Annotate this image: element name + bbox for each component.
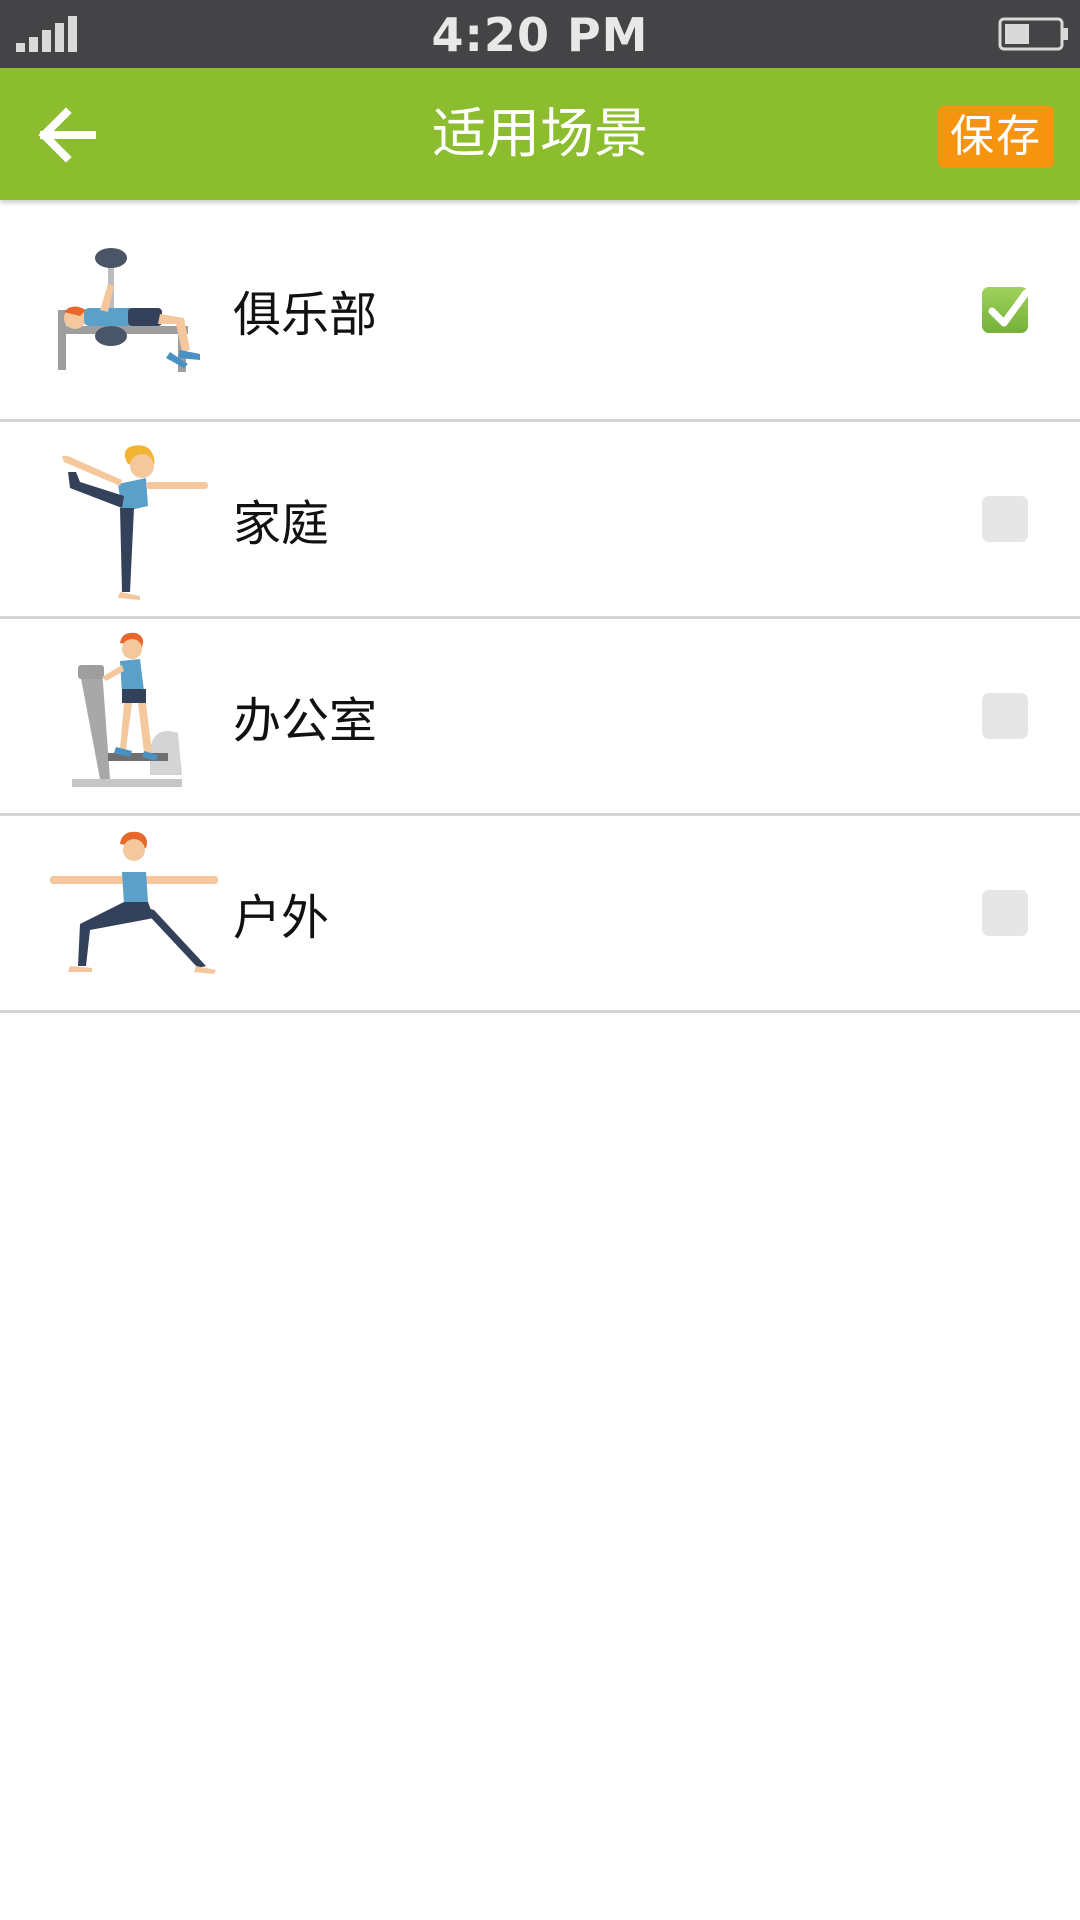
battery-icon <box>998 17 1068 51</box>
scene-list: 俱乐部 家庭 办公室 户外 <box>0 200 1080 1013</box>
save-button[interactable]: 保存 <box>938 106 1054 168</box>
checkbox-unchecked[interactable] <box>982 496 1028 542</box>
status-time: 4:20 PM <box>431 8 649 62</box>
checkbox-checked[interactable] <box>982 286 1030 333</box>
page-title: 适用场景 <box>432 102 648 165</box>
item-label: 户外 <box>233 890 330 946</box>
list-item-outdoor[interactable]: 户外 <box>0 816 1080 1013</box>
item-label: 家庭 <box>233 496 330 552</box>
yoga-dancer-pose-illustration <box>62 445 208 600</box>
list-item-office[interactable]: 办公室 <box>0 619 1080 816</box>
bench-press-illustration <box>58 248 200 372</box>
checkbox-unchecked[interactable] <box>982 890 1028 936</box>
warrior-pose-illustration <box>50 831 218 974</box>
screen: 4:20 PM 适用场景 保存 俱乐部 家庭 办公室 户外 <box>0 0 1080 1920</box>
item-label: 俱乐部 <box>233 286 378 343</box>
list-item-home[interactable]: 家庭 <box>0 422 1080 619</box>
checkmark-icon <box>988 289 1030 326</box>
app-header: 适用场景 保存 <box>0 68 1080 200</box>
status-bar: 4:20 PM <box>0 0 1080 68</box>
item-label: 办公室 <box>233 693 378 749</box>
list-item-club[interactable]: 俱乐部 <box>0 200 1080 422</box>
elliptical-trainer-illustration <box>72 632 182 787</box>
checkbox-unchecked[interactable] <box>982 693 1028 739</box>
